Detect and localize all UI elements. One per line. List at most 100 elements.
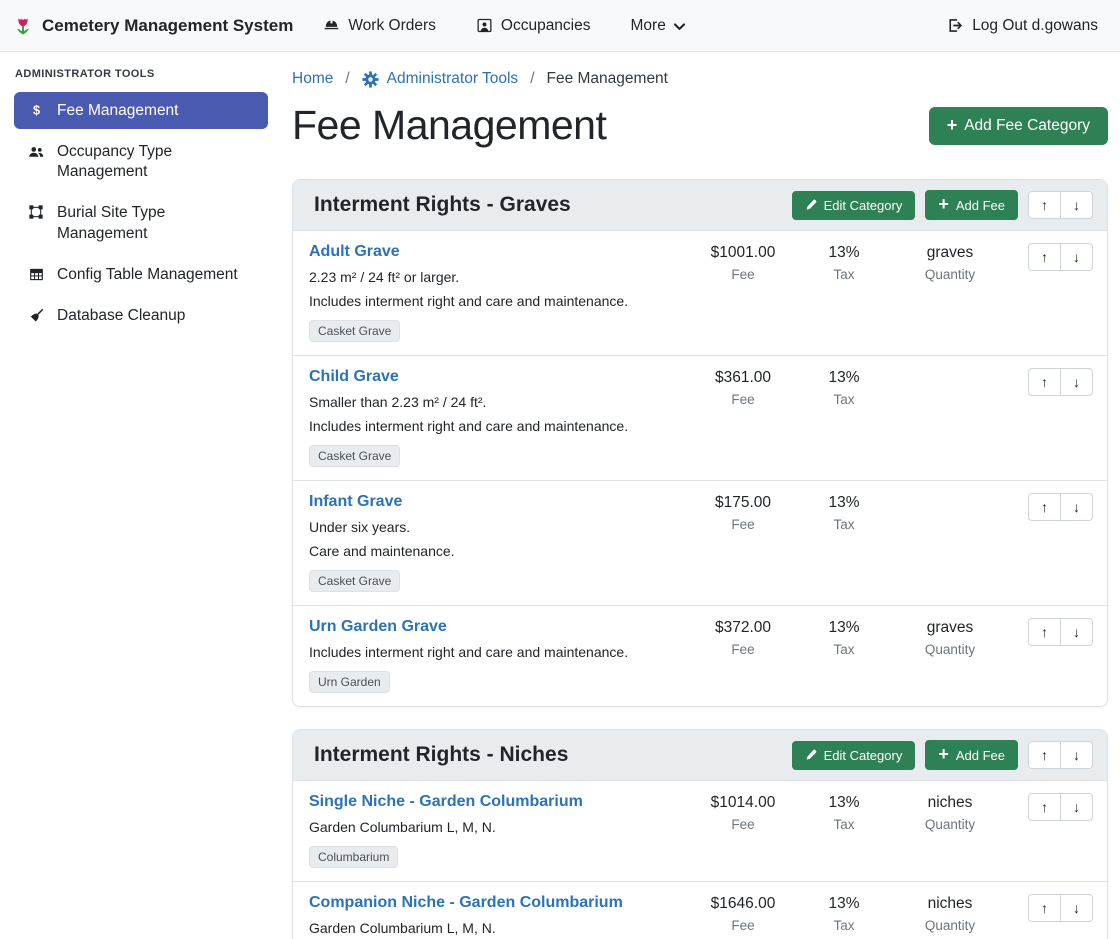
fee-details: Single Niche - Garden ColumbariumGarden … [309, 793, 693, 868]
fee-reorder: ↑ ↓ [1005, 368, 1093, 396]
table-icon [26, 266, 46, 283]
arrow-down-icon: ↓ [1073, 746, 1080, 764]
fee-description: Under six years. [309, 517, 685, 538]
fee-value: $361.00 [693, 369, 793, 387]
fee-name-link[interactable]: Child Grave [309, 368, 399, 386]
move-category-up-button[interactable]: ↑ [1028, 741, 1061, 769]
move-fee-down-button[interactable]: ↓ [1060, 368, 1093, 396]
arrow-up-icon: ↑ [1041, 746, 1048, 764]
quantity-label: Quantity [895, 642, 1005, 657]
move-fee-up-button[interactable]: ↑ [1028, 618, 1061, 646]
fee-type-tag: Casket Grave [309, 320, 400, 342]
add-fee-button[interactable]: +Add Fee [925, 740, 1018, 770]
logout-link[interactable]: Log Out d.gowans [947, 17, 1098, 35]
add-fee-button[interactable]: + Add Fee [925, 190, 1018, 220]
tax-column: 13% Tax [793, 793, 895, 832]
fee-name-link[interactable]: Single Niche - Garden Columbarium [309, 793, 583, 811]
fee-details: Child GraveSmaller than 2.23 m² / 24 ft²… [309, 368, 693, 467]
move-fee-down-button[interactable]: ↓ [1060, 894, 1093, 922]
move-fee-up-button[interactable]: ↑ [1028, 894, 1061, 922]
move-category-up-button[interactable]: ↑ [1028, 191, 1061, 219]
sidebar-item-database-cleanup[interactable]: Database Cleanup [14, 297, 268, 334]
move-fee-down-button[interactable]: ↓ [1060, 618, 1093, 646]
fee-name-link[interactable]: Infant Grave [309, 493, 402, 511]
arrow-up-icon: ↑ [1041, 373, 1048, 391]
quantity-value: niches [895, 794, 1005, 812]
nav-item-work-orders[interactable]: Work Orders [323, 17, 436, 35]
move-category-down-button[interactable]: ↓ [1060, 191, 1093, 219]
broom-icon [26, 307, 46, 324]
category-header: Interment Rights - Graves Edit Category … [293, 180, 1107, 231]
fee-description: Care and maintenance. [309, 541, 685, 562]
move-fee-up-button[interactable]: ↑ [1028, 493, 1061, 521]
fee-name-link[interactable]: Urn Garden Grave [309, 618, 447, 636]
move-fee-up-button[interactable]: ↑ [1028, 793, 1061, 821]
brand[interactable]: Cemetery Management System [12, 15, 293, 37]
category-actions: Edit Category + Add Fee ↑ ↓ [792, 190, 1093, 220]
category-card-interment-rights-graves: Interment Rights - Graves Edit Category … [292, 179, 1108, 707]
breadcrumb-home[interactable]: Home [292, 70, 333, 88]
chevron-down-icon [673, 20, 686, 33]
box-arrow-right-icon [947, 17, 964, 34]
add-fee-label: Add Fee [956, 198, 1005, 213]
page-layout: ADMINISTRATOR TOOLS $Fee ManagementOccup… [0, 52, 1120, 939]
dollar-icon: $ [26, 102, 46, 119]
arrow-up-icon: ↑ [1041, 498, 1048, 516]
arrow-up-icon: ↑ [1041, 248, 1048, 266]
fee-row-urn-garden-grave: Urn Garden GraveIncludes interment right… [293, 605, 1107, 706]
hard-hat-icon [323, 17, 340, 34]
sidebar: ADMINISTRATOR TOOLS $Fee ManagementOccup… [0, 52, 280, 939]
fee-reorder: ↑ ↓ [1005, 793, 1093, 821]
fee-name-link[interactable]: Companion Niche - Garden Columbarium [309, 894, 623, 912]
plus-icon: + [938, 745, 949, 763]
sidebar-item-label: Fee Management [57, 100, 179, 121]
move-fee-up-button[interactable]: ↑ [1028, 243, 1061, 271]
title-row: Fee Management + Add Fee Category [292, 102, 1108, 149]
fee-column: $1001.00 Fee [693, 243, 793, 282]
quantity-column: niches Quantity [895, 793, 1005, 832]
fee-value: $1014.00 [693, 794, 793, 812]
navbar-right: Log Out d.gowans [947, 17, 1098, 35]
move-category-down-button[interactable]: ↓ [1060, 741, 1093, 769]
logout-label: Log Out d.gowans [972, 17, 1098, 35]
fee-label: Fee [693, 918, 793, 933]
fee-column: $1014.00 Fee [693, 793, 793, 832]
quantity-value: graves [895, 244, 1005, 262]
add-fee-category-button[interactable]: + Add Fee Category [929, 107, 1108, 145]
sidebar-nav: $ Fee Management Occupancy Type Management… [14, 92, 268, 334]
arrow-down-icon: ↓ [1073, 798, 1080, 816]
fee-label: Fee [693, 392, 793, 407]
move-fee-up-button[interactable]: ↑ [1028, 368, 1061, 396]
fee-label: Fee [693, 642, 793, 657]
nav-item-more[interactable]: More [631, 17, 686, 35]
edit-category-button[interactable]: Edit Category [792, 741, 916, 770]
sidebar-item-label: Occupancy Type Management [57, 141, 256, 182]
fee-reorder: ↑ ↓ [1005, 493, 1093, 521]
tax-label: Tax [793, 642, 895, 657]
tax-value: 13% [793, 494, 895, 512]
sidebar-item-fee-management[interactable]: $ Fee Management [14, 92, 268, 129]
add-fee-category-label: Add Fee Category [964, 117, 1090, 135]
edit-category-button[interactable]: Edit Category [792, 191, 916, 220]
arrow-down-icon: ↓ [1073, 498, 1080, 516]
move-fee-down-button[interactable]: ↓ [1060, 243, 1093, 271]
fee-label: Fee [693, 517, 793, 532]
page-title: Fee Management [292, 102, 606, 149]
arrow-up-icon: ↑ [1041, 899, 1048, 917]
arrow-down-icon: ↓ [1073, 248, 1080, 266]
sidebar-item-config-table-management[interactable]: Config Table Management [14, 256, 268, 293]
plus-icon: + [938, 195, 949, 213]
sidebar-item-burial-site-type-management[interactable]: Burial Site Type Management [14, 194, 268, 251]
people-icon [26, 143, 46, 161]
move-fee-down-button[interactable]: ↓ [1060, 493, 1093, 521]
breadcrumb-administrator-tools[interactable]: Administrator Tools [362, 70, 519, 88]
move-fee-down-button[interactable]: ↓ [1060, 793, 1093, 821]
fee-details: Companion Niche - Garden ColumbariumGard… [309, 894, 693, 939]
fee-name-link[interactable]: Adult Grave [309, 243, 400, 261]
brand-title: Cemetery Management System [42, 16, 293, 36]
sidebar-item-occupancy-type-management[interactable]: Occupancy Type Management [14, 133, 268, 190]
tax-value: 13% [793, 895, 895, 913]
nav-item-occupancies[interactable]: Occupancies [476, 17, 591, 35]
navbar: Cemetery Management System Work Orders Oc… [0, 0, 1120, 52]
arrow-down-icon: ↓ [1073, 623, 1080, 641]
